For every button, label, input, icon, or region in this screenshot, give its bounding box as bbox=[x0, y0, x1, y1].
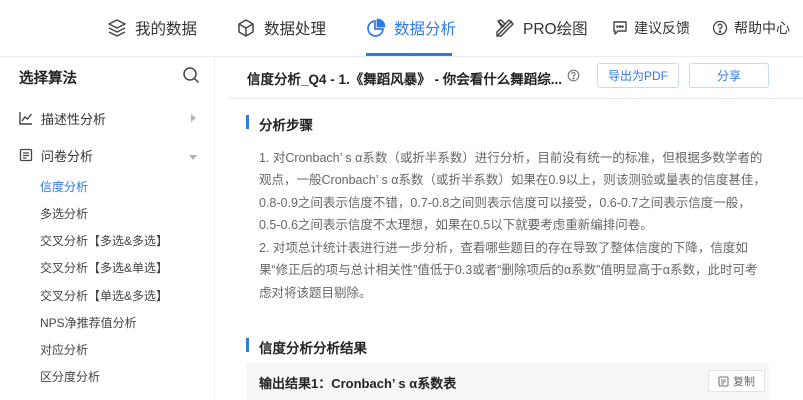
copy-label: 复制 bbox=[733, 376, 755, 388]
copy-icon bbox=[718, 375, 729, 387]
nav-label: 数据分析 bbox=[394, 21, 457, 38]
sidebar-group-questionnaire[interactable]: 问卷分析 bbox=[0, 139, 214, 171]
sidebar-item-crosstab-mm[interactable]: 交叉分析【多选&多选】 bbox=[40, 232, 168, 249]
nav-help-center[interactable]: 帮助中心 bbox=[712, 0, 790, 56]
steps-paragraph-1: 1. 对Cronbach’ s α系数（或折半系数）进行分析，目前没有统一的标准… bbox=[259, 151, 766, 233]
sidebar-item-nps[interactable]: NPS净推荐值分析 bbox=[40, 314, 137, 331]
nav-label: 我的数据 bbox=[135, 21, 198, 38]
nav-label: 帮助中心 bbox=[734, 20, 790, 36]
algorithm-sidebar: 选择算法 描述性分析 问卷分析 信度分析 多选分析 交叉分析【多选&多选】 交叉… bbox=[0, 57, 215, 400]
nav-feedback[interactable]: 建议反馈 bbox=[612, 0, 690, 56]
sidebar-group-label: 问卷分析 bbox=[41, 148, 94, 164]
nav-pro-plot[interactable]: PRO绘图 bbox=[495, 0, 588, 56]
sidebar-item-crosstab-sm[interactable]: 交叉分析【单选&多选】 bbox=[40, 287, 168, 304]
share-button[interactable]: 分享 bbox=[689, 63, 769, 88]
pie-chart-icon bbox=[366, 18, 386, 38]
nav-label: 建议反馈 bbox=[634, 20, 690, 36]
analysis-title: 信度分析_Q4 - 1.《舞蹈风暴》 - 你会看什么舞蹈综... bbox=[247, 72, 563, 87]
section-marker bbox=[246, 338, 249, 352]
top-nav: 我的数据 数据处理 数据分析 PRO绘图 建议反馈 帮助中心 bbox=[0, 0, 803, 56]
sidebar-item-discrimination[interactable]: 区分度分析 bbox=[40, 368, 100, 385]
sidebar-group-descriptive[interactable]: 描述性分析 bbox=[0, 102, 214, 134]
steps-section-title: 分析步骤 bbox=[259, 118, 313, 133]
nav-label: PRO绘图 bbox=[523, 21, 588, 38]
message-icon bbox=[612, 20, 628, 36]
export-pdf-button[interactable]: 导出为PDF bbox=[597, 63, 679, 88]
sidebar-item-crosstab-ms[interactable]: 交叉分析【多选&单选】 bbox=[40, 259, 168, 276]
sidebar-title: 选择算法 bbox=[19, 71, 77, 87]
sidebar-item-reliability[interactable]: 信度分析 bbox=[40, 178, 88, 195]
sidebar-item-correspondence[interactable]: 对应分析 bbox=[40, 341, 88, 358]
section-marker bbox=[246, 115, 249, 129]
layers-icon bbox=[107, 18, 127, 38]
nav-data-processing[interactable]: 数据处理 bbox=[236, 0, 326, 56]
sidebar-group-label: 描述性分析 bbox=[41, 111, 107, 127]
cube-icon bbox=[236, 18, 256, 38]
caret-down-icon bbox=[188, 150, 198, 165]
survey-icon bbox=[19, 148, 33, 162]
nav-data-analysis[interactable]: 数据分析 bbox=[366, 0, 456, 56]
nav-label: 数据处理 bbox=[264, 21, 327, 38]
caret-right-icon bbox=[190, 111, 198, 126]
help-circle-icon[interactable] bbox=[567, 69, 580, 87]
search-icon[interactable] bbox=[182, 66, 200, 89]
output-title: 输出结果1：Cronbach’ s α系数表 bbox=[259, 376, 457, 391]
sidebar-item-multiselect[interactable]: 多选分析 bbox=[40, 205, 88, 222]
steps-paragraph-2: 2. 对项总计统计表进行进一步分析，查看哪些题目的存在导致了整体信度的下降，信度… bbox=[259, 241, 758, 300]
draw-tools-icon bbox=[495, 18, 515, 38]
help-circle-icon bbox=[712, 20, 728, 36]
nav-my-data[interactable]: 我的数据 bbox=[107, 0, 197, 56]
result-section-title: 信度分析分析结果 bbox=[259, 341, 367, 356]
copy-button[interactable]: 复制 bbox=[708, 370, 765, 392]
line-chart-icon bbox=[19, 111, 33, 125]
header-divider bbox=[228, 98, 803, 99]
